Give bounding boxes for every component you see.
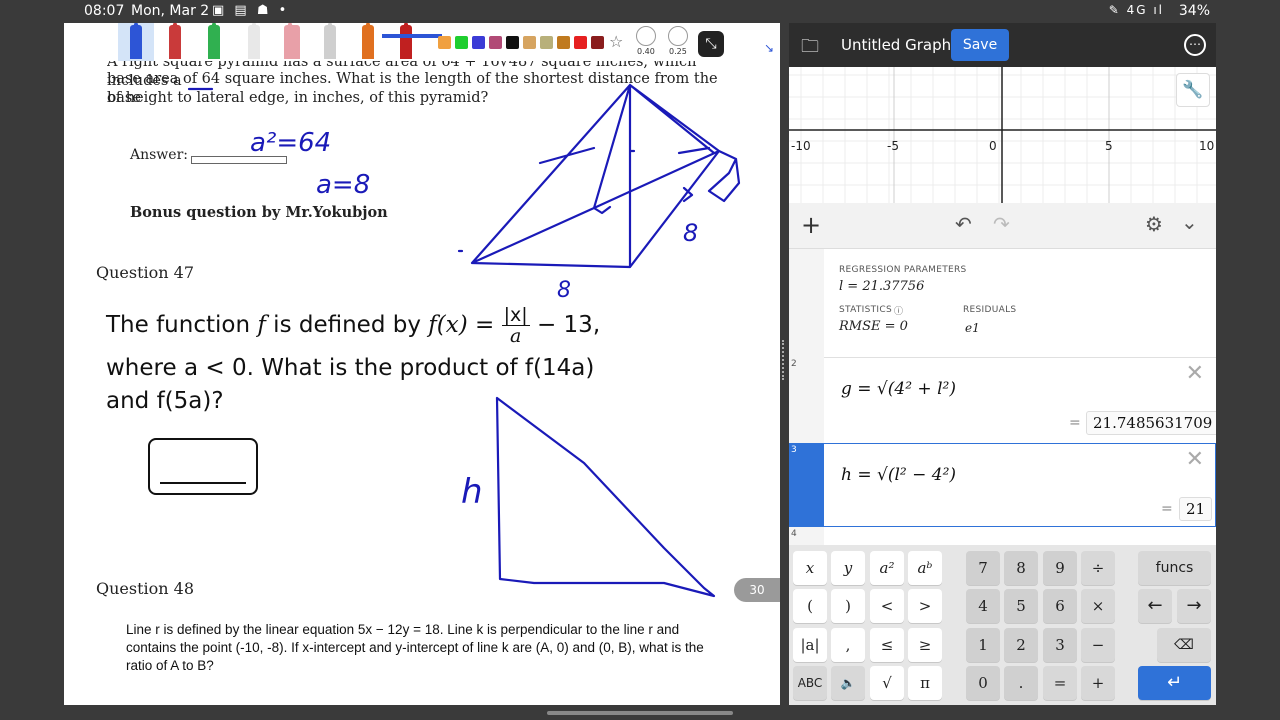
handwriting-ink: a²=64 a=8 8 8 h xyxy=(187,83,741,598)
desmos-pane[interactable]: 🗀 Untitled Graph Save ⋯ -10 -5 0 5 10 🔧 … xyxy=(789,23,1216,705)
key-comma[interactable]: , xyxy=(831,628,865,662)
axis-tick-neg5: -5 xyxy=(887,139,899,153)
folder-icon[interactable]: 🗀 xyxy=(801,34,819,64)
graph-title[interactable]: Untitled Graph xyxy=(841,36,951,54)
key-0[interactable]: 0 xyxy=(966,666,1000,700)
key-multiply[interactable]: × xyxy=(1081,589,1115,623)
key-plus[interactable]: + xyxy=(1081,666,1115,700)
key-4[interactable]: 4 xyxy=(966,589,1000,623)
collapse-chevron-icon[interactable]: ⌄ xyxy=(1181,210,1198,234)
abc-keyboard-button[interactable]: ABC xyxy=(793,666,827,700)
signal-icon: ✎ 4G ıl xyxy=(1108,3,1164,17)
key-equals[interactable]: = xyxy=(1043,666,1077,700)
key-greater-than[interactable]: > xyxy=(908,589,942,623)
axis-tick-neg10: -10 xyxy=(791,139,811,153)
key-open-paren[interactable]: ( xyxy=(793,589,827,623)
expression-list[interactable]: REGRESSION PARAMETERS l = 21.37756 STATI… xyxy=(789,249,1216,545)
wrench-icon[interactable]: 🔧 xyxy=(1176,73,1210,107)
key-a-squared[interactable]: a² xyxy=(870,551,904,585)
save-button[interactable]: Save xyxy=(951,29,1009,61)
key-divide[interactable]: ÷ xyxy=(1081,551,1115,585)
math-keypad: x y a² aᵇ 7 8 9 ÷ funcs ( ) < > 4 5 6 × … xyxy=(789,545,1216,705)
key-x[interactable]: x xyxy=(793,551,827,585)
key-abs[interactable]: |a| xyxy=(793,628,827,662)
battery-level: 34% xyxy=(1178,3,1210,19)
left-arrow-icon[interactable]: ← xyxy=(1138,589,1172,623)
key-y[interactable]: y xyxy=(831,551,865,585)
expression-toolbar: + ↶ ↷ ⚙ ⌄ xyxy=(789,203,1216,249)
right-arrow-icon[interactable]: → xyxy=(1177,589,1211,623)
desmos-header: 🗀 Untitled Graph Save ⋯ xyxy=(789,23,1216,67)
split-handle[interactable] xyxy=(782,340,786,380)
backspace-icon[interactable]: ⌫ xyxy=(1157,628,1211,662)
key-7[interactable]: 7 xyxy=(966,551,1000,585)
key-greater-equal[interactable]: ≥ xyxy=(908,628,942,662)
key-5[interactable]: 5 xyxy=(1004,589,1038,623)
handwritten-side-8: 8 xyxy=(683,219,698,247)
key-3[interactable]: 3 xyxy=(1043,628,1077,662)
axis-tick-0: 0 xyxy=(989,139,997,153)
key-less-equal[interactable]: ≤ xyxy=(870,628,904,662)
expression-2-number: 2 xyxy=(791,359,797,369)
date: Mon, Mar 2 xyxy=(131,3,210,19)
graph-grid: -10 -5 0 5 10 xyxy=(789,67,1216,203)
status-bar: 08:07 Mon, Mar 2 ▣ ▤ ☗ • ✎ 4G ıl 34% xyxy=(0,0,1280,24)
clock: 08:07 xyxy=(84,3,125,19)
enter-icon[interactable]: ↵ xyxy=(1138,666,1211,700)
expression-3-border xyxy=(789,443,1216,527)
home-indicator[interactable] xyxy=(547,711,733,715)
key-2[interactable]: 2 xyxy=(1004,628,1038,662)
regression-value: l = 21.37756 xyxy=(839,279,925,294)
expression-2[interactable]: g = √(4² + l²) xyxy=(841,379,956,399)
key-6[interactable]: 6 xyxy=(1043,589,1077,623)
key-close-paren[interactable]: ) xyxy=(831,589,865,623)
expression-4-number: 4 xyxy=(791,529,797,539)
key-pi[interactable]: π xyxy=(908,666,942,700)
statistics-label: STATISTICS xyxy=(839,305,892,315)
more-menu-icon[interactable]: ⋯ xyxy=(1184,34,1206,56)
notes-pane[interactable]: ☆ 0.40 0.25 ⤡ ↘ A right square pyramid h… xyxy=(64,23,780,705)
add-expression-icon[interactable]: + xyxy=(801,211,821,239)
regression-parameters-label: REGRESSION PARAMETERS xyxy=(839,265,967,275)
key-a-power-b[interactable]: aᵇ xyxy=(908,551,942,585)
speaker-icon[interactable]: 🔈 xyxy=(831,666,865,700)
notification-icons: ▣ ▤ ☗ • xyxy=(212,3,290,18)
handwritten-h: h xyxy=(461,472,483,512)
triangle-drawing xyxy=(495,396,716,598)
handwritten-a-squared: a²=64 xyxy=(250,128,331,158)
equals-sign-2: = xyxy=(1069,415,1081,431)
rmse-value: RMSE = 0 xyxy=(839,319,908,334)
residuals-value[interactable]: e1 xyxy=(965,321,980,335)
key-less-than[interactable]: < xyxy=(870,589,904,623)
residuals-label: RESIDUALS xyxy=(963,305,1017,315)
key-8[interactable]: 8 xyxy=(1004,551,1038,585)
expression-2-result: 21.7485631709 xyxy=(1086,411,1216,435)
key-9[interactable]: 9 xyxy=(1043,551,1077,585)
funcs-button[interactable]: funcs xyxy=(1138,551,1211,585)
key-minus[interactable]: − xyxy=(1081,628,1115,662)
delete-expression-2-icon[interactable]: ✕ xyxy=(1186,361,1204,386)
handwritten-a-equals-8: a=8 xyxy=(316,170,370,200)
settings-gear-icon[interactable]: ⚙ xyxy=(1145,212,1163,236)
graph-canvas[interactable]: -10 -5 0 5 10 🔧 xyxy=(789,67,1216,203)
key-1[interactable]: 1 xyxy=(966,628,1000,662)
axis-tick-5: 5 xyxy=(1105,139,1113,153)
info-icon[interactable]: ⓘ xyxy=(894,304,903,317)
key-sqrt[interactable]: √ xyxy=(870,666,904,700)
key-decimal[interactable]: . xyxy=(1004,666,1038,700)
undo-icon[interactable]: ↶ xyxy=(955,212,972,236)
handwritten-base-8: 8 xyxy=(557,278,571,303)
redo-icon[interactable]: ↷ xyxy=(993,212,1010,236)
axis-tick-10: 10 xyxy=(1199,139,1214,153)
